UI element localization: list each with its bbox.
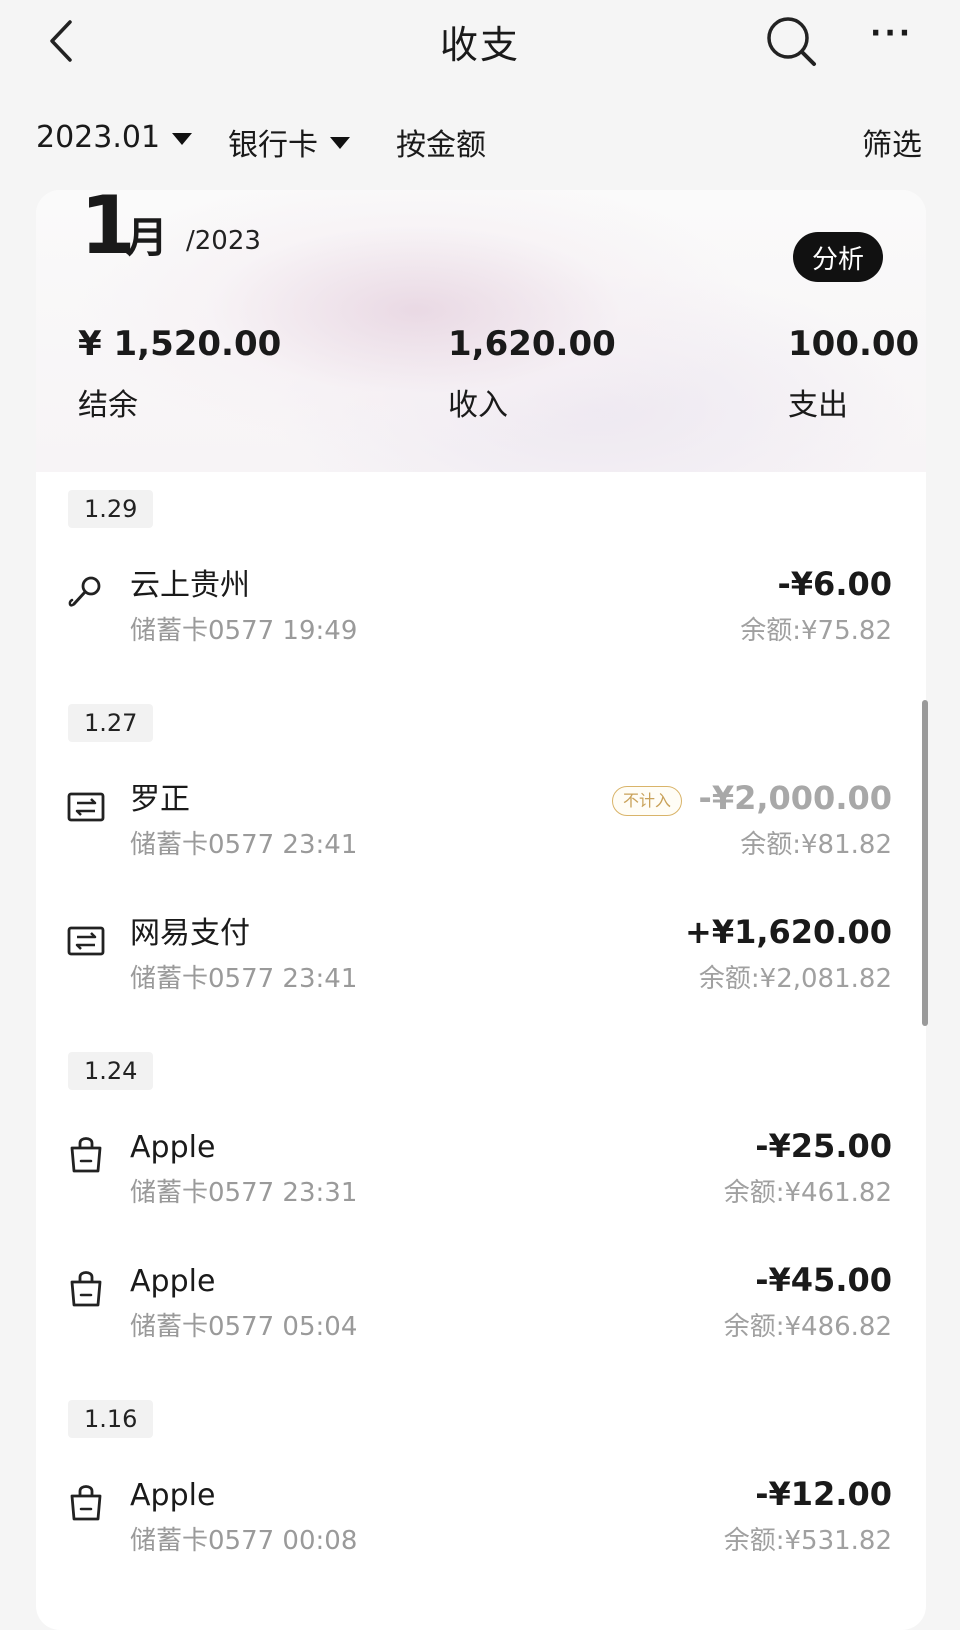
expense-stat: 100.00 支出 [788,324,919,424]
income-value: 1,620.00 [448,324,616,364]
sort-filter-label: 按金额 [396,128,486,163]
date-header: 1.24 [68,1052,154,1090]
transaction-name: 云上贵州 [130,568,250,603]
shopping-bag-icon [70,1137,102,1173]
transaction-row[interactable]: Apple 储蓄卡0577 23:31 -¥25.00 余额:¥461.82 [36,1127,926,1218]
balance-label: 结余 [78,388,138,423]
filter-bar: 2023.01 银行卡 按金额 筛选 [0,112,960,168]
transaction-name: Apple [130,1264,216,1299]
transaction-meta: 储蓄卡0577 19:49 [130,616,358,646]
excluded-tag: 不计入 [611,786,682,816]
transfer-icon [67,926,105,956]
transaction-balance: 余额:¥531.82 [723,1526,892,1556]
balance-stat: ¥ 1,520.00 结余 [78,324,281,424]
month-filter-label: 2023.01 [36,120,161,155]
search-icon[interactable] [764,14,818,68]
transaction-row[interactable]: Apple 储蓄卡0577 00:08 -¥12.00 余额:¥531.82 [36,1475,926,1566]
transaction-row[interactable]: Apple 储蓄卡0577 05:04 -¥45.00 余额:¥486.82 [36,1261,926,1352]
transaction-name: Apple [130,1478,216,1513]
transaction-amount: +¥1,620.00 [685,913,892,951]
month-summary: 1 月 /2023 分析 ¥ 1,520.00 结余 1,620.00 收入 1… [36,190,926,472]
transaction-balance: 余额:¥81.82 [740,830,892,860]
month-filter[interactable]: 2023.01 [36,120,193,155]
date-header: 1.16 [68,1400,154,1438]
income-stat: 1,620.00 收入 [448,324,616,424]
transaction-balance: 余额:¥2,081.82 [698,964,892,994]
filter-button[interactable]: 筛选 [862,120,922,164]
navigation-bar: 收支 ··· [0,0,960,84]
date-header: 1.29 [68,490,154,528]
sort-by-amount[interactable]: 按金额 [396,120,486,164]
transaction-name: 罗正 [130,782,190,817]
transaction-name: Apple [130,1130,216,1165]
transaction-row[interactable]: 罗正 储蓄卡0577 23:41 不计入 -¥2,000.00 余额:¥81.8… [36,779,926,870]
transaction-balance: 余额:¥461.82 [723,1178,892,1208]
income-label: 收入 [448,388,508,423]
transaction-row[interactable]: 网易支付 储蓄卡0577 23:41 +¥1,620.00 余额:¥2,081.… [36,913,926,1004]
balance-value: ¥ 1,520.00 [78,324,282,364]
shopping-bag-icon [70,1271,102,1307]
transfer-icon [67,792,105,822]
expense-value: 100.00 [788,324,920,364]
scrollbar[interactable] [922,700,928,1026]
date-header: 1.27 [68,704,154,742]
transaction-meta: 储蓄卡0577 23:41 [130,830,358,860]
transaction-meta: 储蓄卡0577 00:08 [130,1526,358,1556]
month-unit: 月 [126,213,169,262]
transaction-row[interactable]: 云上贵州 储蓄卡0577 19:49 -¥6.00 余额:¥75.82 [36,565,926,656]
transaction-card: 1 月 /2023 分析 ¥ 1,520.00 结余 1,620.00 收入 1… [36,190,926,1630]
transaction-meta: 储蓄卡0577 23:31 [130,1178,358,1208]
transaction-meta: 储蓄卡0577 23:41 [130,964,358,994]
transaction-amount: -¥12.00 [755,1475,892,1513]
analyze-button[interactable]: 分析 [793,232,883,282]
expense-label: 支出 [788,388,848,423]
caret-down-icon [330,137,350,149]
account-filter-label: 银行卡 [228,128,318,163]
transaction-name: 网易支付 [130,916,250,951]
transaction-balance: 余额:¥486.82 [723,1312,892,1342]
more-icon[interactable]: ··· [870,16,913,51]
caret-down-icon [172,132,193,145]
transaction-amount: -¥45.00 [755,1261,892,1299]
filter-button-label: 筛选 [862,128,922,163]
transaction-meta: 储蓄卡0577 05:04 [130,1312,358,1342]
transaction-amount: -¥25.00 [755,1127,892,1165]
account-filter[interactable]: 银行卡 [228,120,350,164]
year-label: /2023 [186,226,261,256]
shopping-bag-icon [70,1485,102,1521]
transaction-amount: -¥2,000.00 [698,779,892,817]
transaction-balance: 余额:¥75.82 [740,616,892,646]
microphone-icon [68,576,101,607]
transaction-amount: -¥6.00 [777,565,893,603]
